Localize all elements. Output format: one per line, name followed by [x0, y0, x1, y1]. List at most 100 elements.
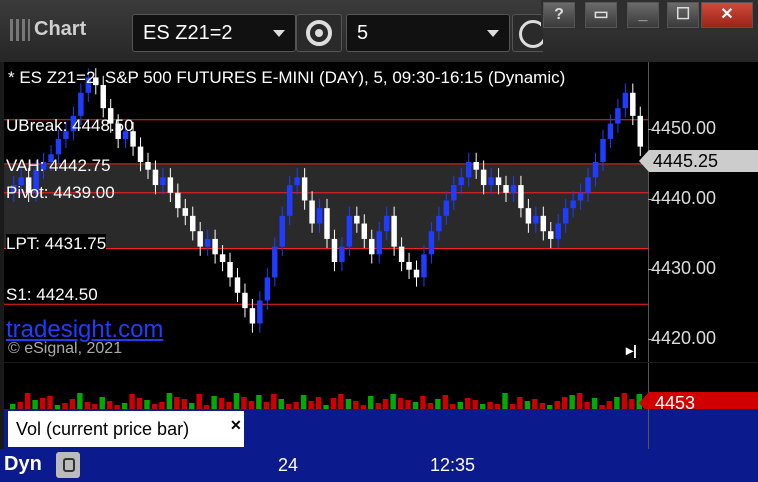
candle-body: [607, 123, 614, 139]
candle-body: [585, 177, 591, 193]
candle-body: [413, 269, 420, 278]
candle-body: [376, 231, 382, 255]
candle-body: [480, 169, 487, 186]
candle-body: [309, 200, 315, 224]
candle-body: [622, 92, 629, 109]
volume-bar: [502, 393, 508, 409]
volume-bar: [390, 394, 396, 409]
candle-body: [383, 215, 390, 232]
volume-bar: [472, 400, 478, 409]
volume-plot: [10, 393, 642, 409]
volume-study-axis: [648, 409, 758, 449]
candle-body: [540, 215, 547, 232]
candle-body: [249, 308, 256, 324]
toolbar: Chart ES Z21=2 5 ? ▭ _ ☐ ✕: [0, 0, 758, 62]
candle-body: [503, 185, 509, 193]
app-title[interactable]: Chart: [10, 18, 86, 41]
candle-body: [406, 262, 412, 270]
candle-body: [234, 277, 241, 293]
dynamic-mode-label[interactable]: Dyn: [4, 453, 42, 476]
candle-body: [562, 208, 569, 224]
candle-body: [577, 192, 584, 201]
price-axis[interactable]: 4450.00 4440.00 4430.00 4420.00 4445.25: [639, 62, 758, 362]
price-tick: 4450.00: [647, 118, 717, 138]
level-label-pivot: Pivot: 4439.00: [6, 183, 115, 202]
volume-bar: [420, 396, 426, 409]
volume-bar: [532, 399, 538, 409]
candle-body: [570, 200, 576, 209]
volume-bar: [77, 393, 83, 409]
candle-body: [257, 300, 263, 324]
candle-body: [510, 185, 517, 193]
volume-bar: [69, 399, 76, 409]
volume-bar: [442, 395, 449, 409]
time-axis[interactable]: Dyn 24 12:35: [0, 449, 758, 482]
clock-icon: [519, 20, 543, 48]
volume-bar: [629, 399, 635, 409]
volume-bar: [584, 402, 590, 409]
candle-body: [175, 192, 181, 209]
candle-body: [100, 85, 106, 109]
volume-bar: [241, 397, 247, 409]
close-icon[interactable]: ✕: [230, 407, 242, 443]
time-label: 24: [278, 455, 299, 475]
help-button[interactable]: ?: [543, 2, 575, 28]
time-template-button[interactable]: [512, 14, 543, 52]
candle-body: [428, 231, 435, 255]
volume-bar: [397, 398, 404, 409]
level-label-vah: VAH: 4442.75: [6, 156, 111, 175]
candle-body: [436, 215, 442, 232]
volume-bar: [278, 399, 284, 409]
grip-icon[interactable]: [10, 18, 30, 41]
candle-body: [630, 92, 636, 116]
candle-body: [443, 200, 450, 216]
candle-body: [398, 246, 405, 262]
link-button[interactable]: ▭: [585, 2, 617, 28]
volume-bar: [144, 400, 150, 409]
volume-pane[interactable]: [4, 363, 648, 409]
candle-body: [600, 138, 606, 162]
volume-bar: [464, 398, 471, 409]
volume-study-label[interactable]: Vol (current price bar) ✕: [8, 411, 244, 447]
volume-bar: [554, 401, 560, 409]
candle-body: [264, 277, 271, 301]
candle-body: [346, 215, 353, 247]
scroll-to-end-icon[interactable]: ▸|: [626, 342, 637, 359]
chevron-down-icon[interactable]: [273, 30, 285, 37]
candle-body: [592, 162, 599, 178]
symbol-value: ES Z21=2: [143, 22, 233, 44]
minimize-button[interactable]: _: [627, 2, 659, 28]
chevron-down-icon[interactable]: [487, 30, 499, 37]
candle-body: [272, 246, 278, 278]
volume-bar: [211, 396, 217, 409]
volume-bar: [293, 402, 299, 409]
candle-body: [294, 177, 300, 186]
settings-button[interactable]: [296, 14, 342, 52]
price-chart[interactable]: * ES Z21=2, S&P 500 FUTURES E-MINI (DAY)…: [4, 62, 648, 362]
candle-body: [286, 185, 293, 216]
volume-bar: [166, 393, 173, 409]
lock-icon[interactable]: [56, 452, 80, 478]
candle-body: [421, 254, 427, 278]
close-button[interactable]: ✕: [701, 2, 753, 28]
candle-body: [197, 231, 203, 247]
candle-body: [55, 138, 62, 155]
symbol-selector[interactable]: ES Z21=2: [132, 14, 296, 52]
volume-bar: [338, 394, 344, 409]
interval-value: 5: [357, 22, 369, 44]
maximize-button[interactable]: ☐: [667, 2, 699, 28]
window-controls: ? ▭ _ ☐ ✕: [541, 0, 758, 30]
candle-body: [473, 162, 479, 170]
candle-body: [190, 215, 196, 232]
volume-bar: [412, 402, 419, 409]
candle-body: [227, 262, 233, 278]
volume-axis: 4453: [639, 363, 758, 414]
volume-bar: [181, 399, 188, 409]
candle-body: [204, 238, 211, 247]
gear-icon: [306, 20, 332, 46]
candle-body: [518, 185, 524, 209]
candle-body: [391, 215, 397, 247]
interval-selector[interactable]: 5: [346, 14, 510, 52]
copyright: © eSignal, 2021: [8, 340, 123, 357]
volume-bar: [487, 402, 493, 409]
